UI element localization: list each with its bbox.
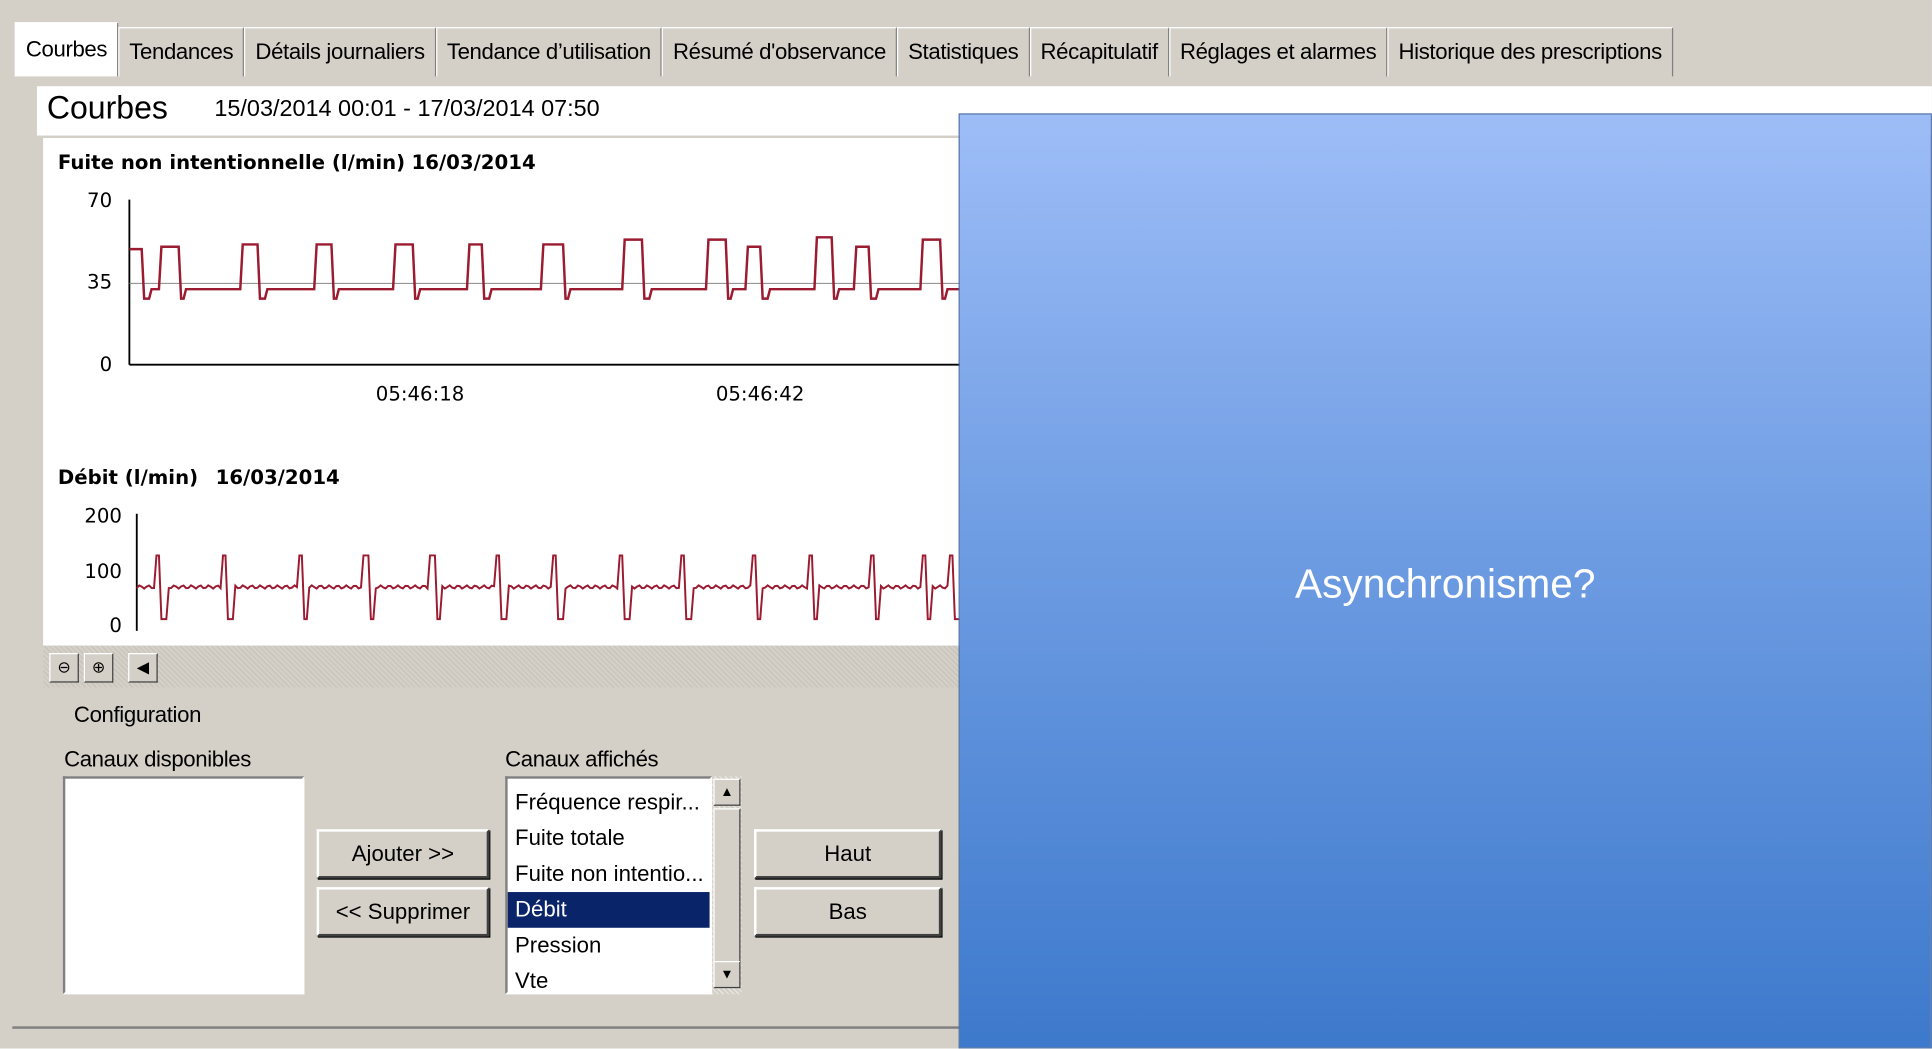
move-up-button[interactable]: Haut [754,829,942,879]
list-item-selected[interactable]: Débit [507,892,710,928]
tab-historique-prescriptions[interactable]: Historique des prescriptions [1387,27,1673,77]
tab-bar: Courbes Tendances Détails journaliers Te… [14,22,1673,77]
app-window: Courbes Tendances Détails journaliers Te… [0,0,1932,1049]
page-title: Courbes [46,88,168,126]
available-channels-label: Canaux disponibles [64,746,252,772]
tab-resume-observance[interactable]: Résumé d'observance [661,27,898,77]
chart-2-series-line [136,554,960,621]
divider [12,1026,962,1029]
list-item[interactable]: Fuite non intentio... [508,856,710,892]
date-range: 15/03/2014 00:01 - 17/03/2014 07:50 [214,96,600,122]
tab-tendance-utilisation[interactable]: Tendance d’utilisation [435,27,662,77]
tab-tendances[interactable]: Tendances [118,27,245,77]
config-title: Configuration [73,702,202,727]
chart-panel: Fuite non intentionnelle (l/min) 16/03/2… [43,137,962,646]
scroll-thumb[interactable] [713,808,741,969]
move-down-button[interactable]: Bas [754,887,942,937]
list-item[interactable]: Vte [508,964,710,991]
chart-2-title: Débit (l/min) [57,465,199,490]
remove-channel-button[interactable]: << Supprimer [316,887,490,937]
zoom-out-icon[interactable]: ⊖ [49,653,79,683]
annotation-overlay: Asynchronisme? [958,113,1932,1049]
chart-2-ytick: 0 [109,613,122,637]
available-channels-list[interactable] [62,776,305,995]
list-item[interactable]: Fréquence respir... [508,785,710,821]
add-channel-button[interactable]: Ajouter >> [316,829,490,879]
tab-courbes[interactable]: Courbes [14,22,119,77]
displayed-channels-list[interactable]: Fréquence respir... Fuite totale Fuite n… [505,776,713,995]
tab-recapitulatif[interactable]: Récapitulatif [1029,27,1169,77]
chart-1-series-line [129,236,960,300]
displayed-channels-label: Canaux affichés [505,746,659,772]
list-item[interactable]: Fuite totale [508,821,710,857]
list-item[interactable]: Pression [508,928,710,964]
chart-2-date: 16/03/2014 [215,465,340,490]
zoom-in-icon[interactable]: ⊕ [83,653,114,683]
tab-details-journaliers[interactable]: Détails journaliers [244,27,436,77]
displayed-list-scrollbar[interactable]: ▲ ▼ [712,776,742,995]
chart-svg [128,199,962,631]
scroll-left-icon[interactable]: ◀ [128,653,158,683]
chart-2-ytick: 100 [84,559,122,583]
zoom-toolbar: ⊖ ⊕ ◀ [43,645,962,688]
tab-reglages-alarmes[interactable]: Réglages et alarmes [1168,27,1388,77]
overlay-text: Asynchronisme? [1294,560,1596,607]
chart-2-ytick: 200 [84,503,122,528]
tab-statistiques[interactable]: Statistiques [897,27,1030,77]
scroll-down-icon[interactable]: ▼ [713,961,741,989]
scroll-up-icon[interactable]: ▲ [713,778,741,806]
